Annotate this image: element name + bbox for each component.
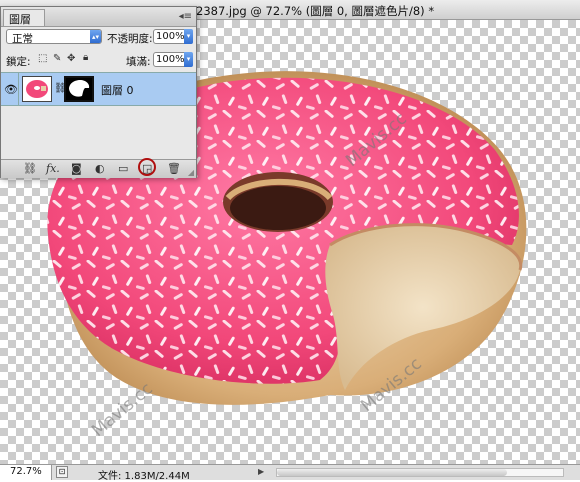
- layers-empty-area: [1, 106, 196, 161]
- add-mask-icon[interactable]: ◙: [71, 162, 82, 175]
- document-title: 2387.jpg @ 72.7% (圖層 0, 圖層遮色片/8) *: [196, 4, 435, 18]
- layer-row[interactable]: 👁︎ ⛓︎ 圖層 0: [1, 72, 196, 106]
- trash-icon[interactable]: 🗑︎: [167, 162, 181, 175]
- opacity-value: 100%: [156, 31, 185, 42]
- eye-icon[interactable]: 👁︎: [4, 83, 18, 96]
- layer-name[interactable]: 圖層 0: [101, 82, 134, 98]
- panel-tab-bar: 圖層 ◂≡: [1, 7, 196, 27]
- lock-paint-icon[interactable]: ✎: [53, 53, 61, 64]
- resize-grip-icon[interactable]: ◢: [188, 168, 194, 177]
- lock-all-icon[interactable]: 🔒︎: [83, 52, 88, 63]
- scrollbar-thumb[interactable]: [277, 469, 507, 476]
- status-menu-icon[interactable]: ▶: [258, 467, 264, 476]
- lock-row: 鎖定: ⬚ ✎ ✥ 🔒︎ 填滿: 100% ▾: [1, 52, 196, 68]
- fill-dropdown-button[interactable]: ▾: [184, 52, 193, 67]
- mask-thumbnail-icon: [69, 80, 90, 97]
- fx-icon[interactable]: fx.: [46, 162, 60, 175]
- blend-mode-select[interactable]: 正常 ▴▾: [6, 29, 102, 45]
- lock-label: 鎖定:: [6, 56, 31, 68]
- opacity-label: 不透明度:: [107, 33, 153, 45]
- opacity-dropdown-button[interactable]: ▾: [184, 29, 193, 44]
- layer-thumbnail[interactable]: [22, 76, 52, 102]
- chevron-updown-icon: ▴▾: [90, 30, 101, 43]
- link-layers-icon[interactable]: ⛓︎: [23, 162, 37, 175]
- layers-panel: 圖層 ◂≡ 正常 ▴▾ 不透明度: 100% ▾ 鎖定: ⬚ ✎ ✥ 🔒︎ 填滿…: [0, 6, 197, 178]
- highlight-circle: [138, 158, 156, 176]
- tab-layers[interactable]: 圖層: [3, 9, 45, 26]
- navigator-icon[interactable]: ⊡: [56, 466, 68, 478]
- status-bar: 72.7% ⊡ 文件: 1.83M/2.44M ▶: [0, 464, 580, 482]
- panel-bottom-bar: ⛓︎ fx. ◙ ◐ ▭ ◲ 🗑︎ ◢: [1, 158, 196, 178]
- lock-position-icon[interactable]: ✥: [67, 53, 75, 64]
- chevron-down-icon: ▾: [184, 52, 193, 67]
- layer-mask-thumbnail[interactable]: [64, 76, 94, 102]
- chevron-down-icon: ▾: [184, 29, 193, 44]
- divider: [18, 73, 19, 105]
- horizontal-scrollbar[interactable]: [276, 468, 564, 477]
- blend-mode-value: 正常: [12, 33, 33, 45]
- fill-label: 填滿:: [126, 56, 151, 68]
- lock-transparent-icon[interactable]: ⬚: [38, 53, 47, 64]
- blend-row: 正常 ▴▾ 不透明度: 100% ▾: [1, 29, 196, 47]
- adjustment-layer-icon[interactable]: ◐: [95, 162, 105, 175]
- fill-value: 100%: [156, 54, 185, 65]
- zoom-field[interactable]: 72.7%: [0, 465, 52, 480]
- panel-menu-icon[interactable]: ◂≡: [179, 11, 192, 22]
- new-group-icon[interactable]: ▭: [118, 162, 128, 175]
- donut-thumbnail-icon: [26, 80, 48, 98]
